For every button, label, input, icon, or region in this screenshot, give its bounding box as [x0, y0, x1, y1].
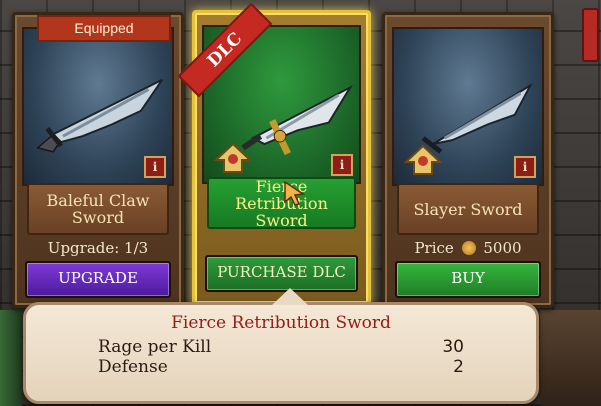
weapon-card-slayer-sword[interactable]: i Slayer Sword Price 5000 BUY	[382, 12, 554, 308]
weapon-name: Fierce Retribution Sword	[207, 177, 356, 229]
side-ornament	[0, 310, 22, 406]
upgrade-button[interactable]: UPGRADE	[25, 261, 171, 298]
weapon-name: Baleful Claw Sword	[27, 183, 169, 235]
bottom-card-edge	[540, 310, 601, 406]
weapon-name-line2: Sword	[255, 210, 308, 230]
weapon-card-fierce-retribution[interactable]: i DLC Fierce Retribution Sword PURCHASE D…	[177, 2, 371, 306]
info-button[interactable]: i	[331, 154, 353, 176]
stat-label: Defense	[98, 357, 168, 377]
rank-emblem-icon	[214, 142, 252, 173]
weapon-card-baleful-claw[interactable]: i Equipped Baleful Claw Sword Upgrade: 1/…	[12, 12, 184, 308]
coin-icon	[461, 241, 476, 255]
rank-emblem-icon	[404, 144, 442, 175]
tooltip-arrow	[272, 288, 308, 305]
weapon-name-line1: Slayer Sword	[413, 199, 523, 219]
info-button[interactable]: i	[514, 156, 536, 178]
upgrade-status: Upgrade: 1/3	[47, 239, 149, 257]
price-label: Price	[414, 239, 454, 257]
weapon-art: i	[392, 27, 544, 186]
weapon-name-line1: Fierce Retribution	[235, 176, 328, 213]
weapon-name-line2: Sword	[71, 208, 125, 227]
tooltip-title: Fierce Retribution Sword	[171, 313, 391, 333]
stat-label: Rage per Kill	[98, 337, 212, 357]
purchase-dlc-button[interactable]: PURCHASE DLC	[205, 255, 358, 292]
weapon-name: Slayer Sword	[397, 183, 539, 235]
stat-value: 30	[442, 337, 464, 357]
stats-tooltip: Fierce Retribution Sword Rage per Kill 3…	[23, 288, 539, 404]
pointer-cursor-icon	[284, 180, 306, 206]
info-button[interactable]: i	[144, 156, 166, 178]
equipped-badge: Equipped	[37, 15, 171, 42]
stat-value: 2	[453, 357, 464, 377]
scrollbar[interactable]	[582, 8, 599, 62]
buy-button[interactable]: BUY	[395, 261, 541, 298]
weapon-art: i	[22, 27, 174, 186]
price: Price 5000	[385, 235, 551, 261]
price-value: 5000	[483, 239, 522, 257]
